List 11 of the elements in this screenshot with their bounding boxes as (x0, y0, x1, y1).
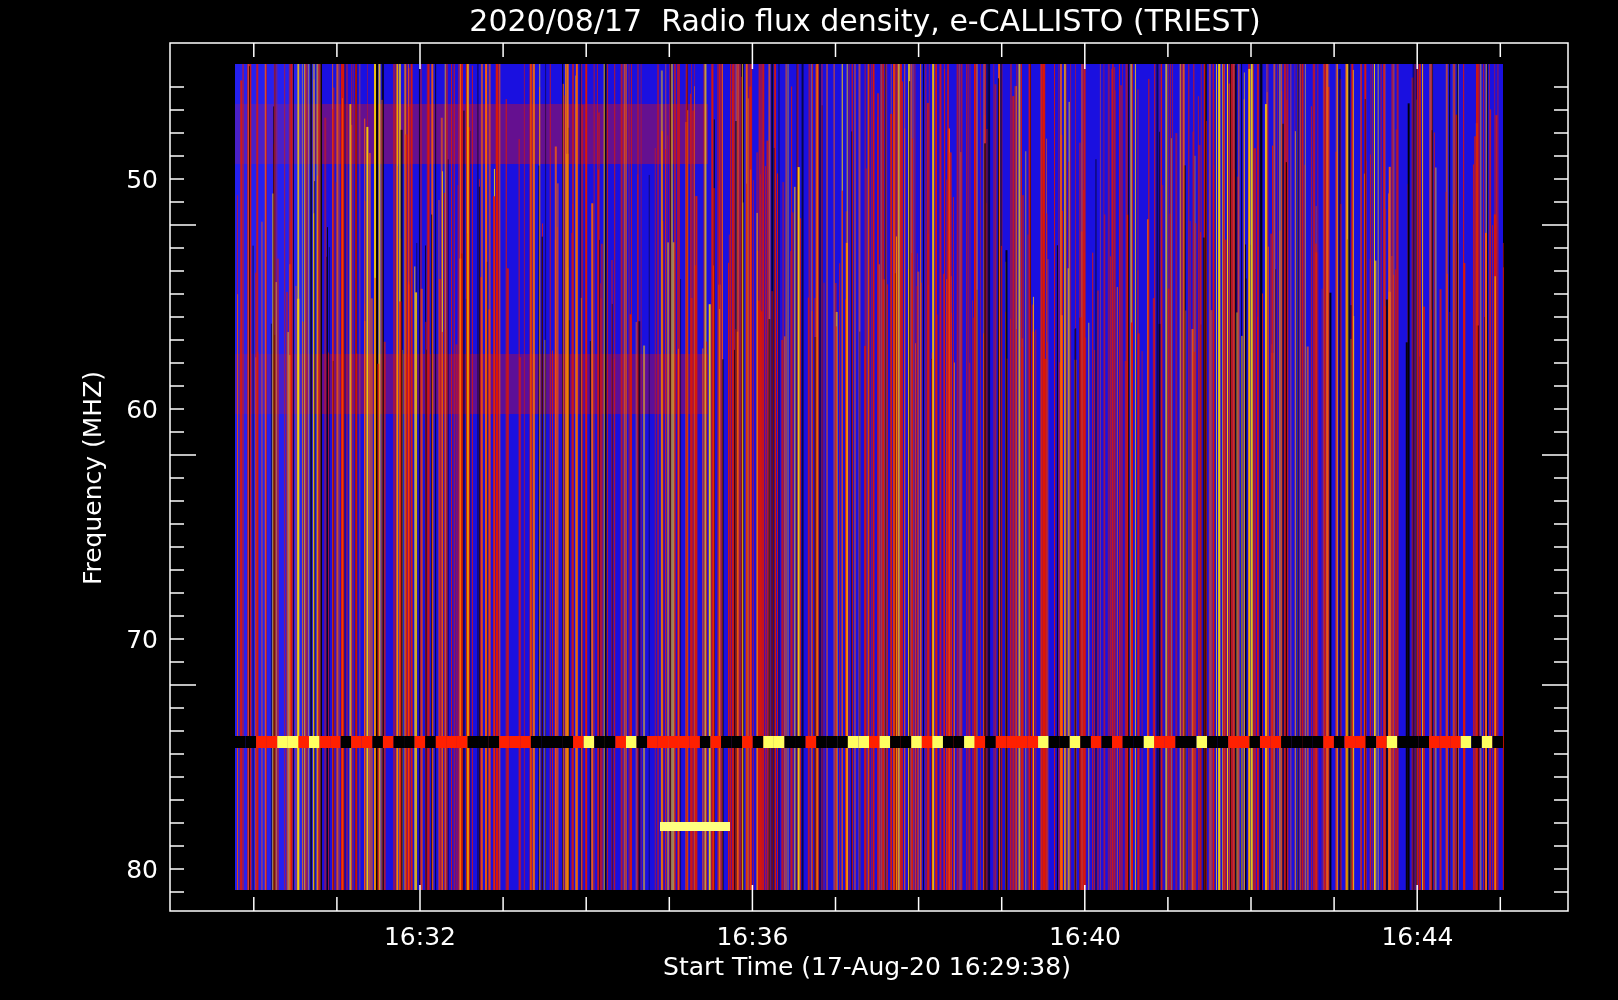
y-tick-label: 60 (126, 395, 158, 424)
y-tick-label: 80 (126, 855, 158, 884)
x-tick-label: 16:32 (384, 922, 456, 951)
x-tick-label: 16:40 (1049, 922, 1121, 951)
x-tick-label: 16:44 (1381, 922, 1454, 951)
chart-title: 2020/08/17 Radio flux density, e-CALLISTO (TRIEST) (469, 3, 1261, 38)
y-tick-label: 70 (126, 625, 158, 654)
y-axis-label: Frequency (MHZ) (78, 370, 107, 586)
y-tick-label: 50 (126, 165, 158, 194)
x-tick-label: 16:36 (716, 922, 789, 951)
x-axis-label: Start Time (17-Aug-20 16:29:38) (663, 952, 1071, 981)
